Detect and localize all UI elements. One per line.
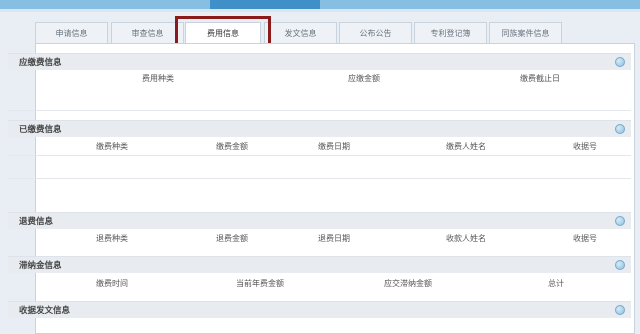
- expand-icon[interactable]: [615, 124, 625, 134]
- column-header: 总计: [548, 279, 564, 288]
- tab-family-cases[interactable]: 同族案件信息: [489, 22, 562, 43]
- section-header: 滞纳金信息: [8, 256, 631, 273]
- tab-application-info[interactable]: 申请信息: [35, 22, 108, 43]
- column-header: 收款人姓名: [446, 234, 486, 243]
- table-row-divider: [8, 110, 631, 111]
- top-bar-shadow: [0, 9, 640, 12]
- section-title: 应缴费信息: [19, 58, 62, 68]
- column-header: 当前年费金额: [236, 279, 284, 288]
- fee-info-panel: [35, 43, 635, 334]
- section-title: 滞纳金信息: [19, 261, 62, 271]
- top-bar-accent: [210, 0, 320, 9]
- column-header: 缴费金额: [216, 142, 248, 151]
- column-header: 退费种类: [96, 234, 128, 243]
- section-header: 应缴费信息: [8, 53, 631, 70]
- section-header: 已缴费信息: [8, 120, 631, 137]
- section-late-fee: 滞纳金信息 缴费时间 当前年费金额 应交滞纳金额 总计: [8, 256, 631, 288]
- section-paid-fees: 已缴费信息 缴费种类 缴费金额 缴费日期 缴费人姓名 收据号: [8, 120, 631, 179]
- section-title: 已缴费信息: [19, 125, 62, 135]
- section-header: 收据发文信息: [8, 301, 631, 318]
- expand-icon[interactable]: [615, 57, 625, 67]
- expand-icon[interactable]: [615, 216, 625, 226]
- expand-icon[interactable]: [615, 260, 625, 270]
- column-header: 缴费种类: [96, 142, 128, 151]
- section-title: 退费信息: [19, 217, 54, 227]
- column-header: 退费日期: [318, 234, 350, 243]
- column-header: 缴费日期: [318, 142, 350, 151]
- column-header: 收据号: [573, 234, 597, 243]
- column-header: 缴费人姓名: [446, 142, 486, 151]
- tab-fee-info[interactable]: 费用信息: [185, 22, 261, 45]
- section-due-fees: 应缴费信息 费用种类 应缴金额 缴费截止日: [8, 53, 631, 111]
- column-header: 费用种类: [142, 74, 174, 83]
- section-header: 退费信息: [8, 212, 631, 229]
- expand-icon[interactable]: [615, 305, 625, 315]
- section-refund: 退费信息 退费种类 退费金额 退费日期 收款人姓名 收据号: [8, 212, 631, 243]
- table-row-divider: [8, 178, 631, 179]
- column-header: 缴费时间: [96, 279, 128, 288]
- column-header: 收据号: [573, 142, 597, 151]
- column-header: 应交滞纳金额: [384, 279, 432, 288]
- tab-patent-register[interactable]: 专利登记簿: [414, 22, 487, 43]
- column-header: 缴费截止日: [520, 74, 560, 83]
- tab-publication[interactable]: 公布公告: [339, 22, 412, 43]
- top-bar: [0, 0, 640, 9]
- column-header: 应缴金额: [348, 74, 380, 83]
- section-title: 收据发文信息: [19, 306, 71, 316]
- table-row-divider: [8, 155, 631, 156]
- section-receipt: 收据发文信息: [8, 301, 631, 318]
- tab-dispatch-info[interactable]: 发文信息: [264, 22, 337, 43]
- column-header: 退费金额: [216, 234, 248, 243]
- tab-examination-info[interactable]: 审查信息: [111, 22, 184, 43]
